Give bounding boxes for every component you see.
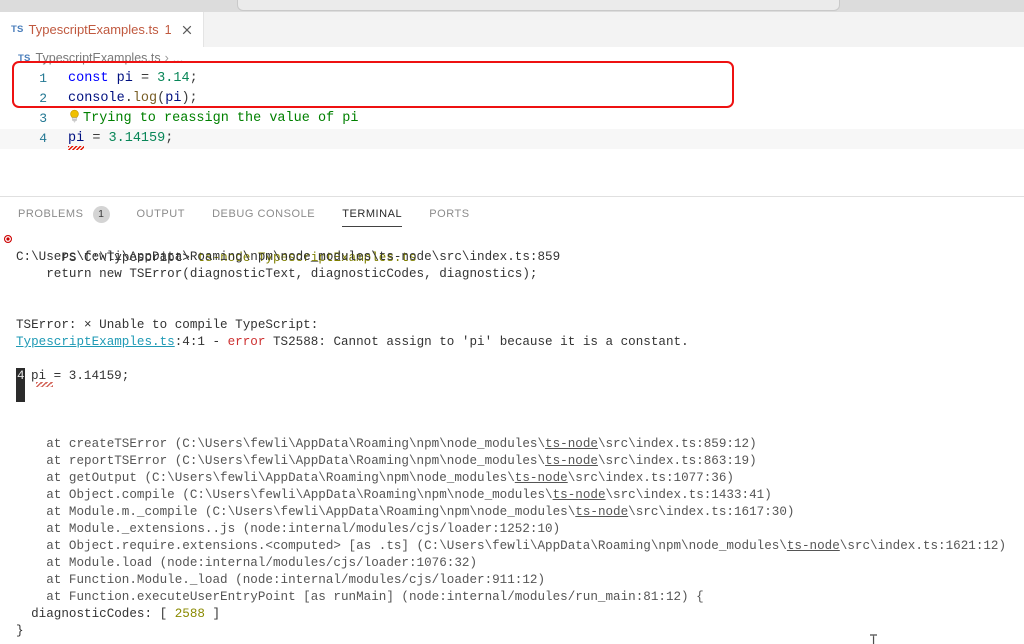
close-icon[interactable]	[180, 23, 194, 37]
ts-file-icon: TS	[11, 24, 24, 35]
stack-line-text: at Function.Module._load (node:internal/…	[16, 573, 546, 587]
terminal-diagnostic-codes: diagnosticCodes: [ 2588 ]	[0, 606, 1024, 623]
tab-problems[interactable]: PROBLEMS 1	[18, 197, 110, 231]
tab-debug-console[interactable]: DEBUG CONSOLE	[212, 197, 315, 231]
tab-ports[interactable]: PORTS	[429, 197, 469, 231]
ts-node-link[interactable]: ts-node	[515, 471, 568, 485]
stack-line: at Module.m._compile (C:\Users\fewli\App…	[16, 505, 795, 519]
tab-terminal[interactable]: TERMINAL	[342, 197, 403, 231]
diagnostic-value: 2588	[174, 607, 205, 621]
terminal-line-return: return new TSError(diagnosticText, diagn…	[0, 266, 1024, 283]
breadcrumb-overflow[interactable]: ...	[173, 51, 183, 65]
vscode-window: TS TypescriptExamples.ts 1 TS Typescript…	[0, 0, 1024, 644]
editor-tab-label: TypescriptExamples.ts	[28, 22, 159, 37]
tab-debug-console-label: DEBUG CONSOLE	[212, 208, 316, 220]
command-center[interactable]	[237, 0, 840, 11]
terminal-blank-3	[0, 351, 1024, 368]
ts-node-link[interactable]: ts-node	[575, 505, 628, 519]
editor-tab-typescriptexamples[interactable]: TS TypescriptExamples.ts 1	[0, 12, 204, 47]
stack-line-text: at Module.load (node:internal/modules/cj…	[16, 556, 478, 570]
stack-line: at Function.Module._load (node:internal/…	[0, 572, 1024, 589]
stack-line: at getOutput (C:\Users\fewli\AppData\Roa…	[16, 471, 734, 485]
terminal-code-snippet: 4 pi = 3.14159;	[0, 368, 1024, 402]
code-editor[interactable]: 1 const pi = 3.14; 2 console.log(pi); 3 …	[0, 69, 1024, 196]
terminal-blank-5	[0, 419, 1024, 436]
ts-node-link[interactable]: ts-node	[545, 454, 598, 468]
diagnostic-label: diagnosticCodes: [	[16, 607, 175, 621]
breadcrumb-file[interactable]: TypescriptExamples.ts	[36, 51, 161, 65]
error-head-text: TSError: × Unable to compile TypeScript:	[16, 318, 319, 332]
error-keyword: error	[227, 335, 266, 349]
line-number: 1	[39, 71, 47, 86]
command-failed-marker-icon	[4, 235, 12, 243]
terminal-brace-close: }	[0, 623, 1024, 640]
stack-line: at Object.compile (C:\Users\fewli\AppDat…	[16, 488, 772, 502]
code-line-text: Trying to reassign the value of pi	[68, 109, 358, 129]
problems-count-badge: 1	[92, 205, 110, 223]
snippet-error-squiggle	[36, 382, 53, 387]
line-number: 4	[39, 131, 47, 146]
code-line-3: 3 Trying to reassign the value of pi	[0, 109, 1024, 129]
chevron-right-icon: ›	[164, 51, 169, 65]
code-line-text: const pi = 3.14;	[68, 71, 198, 86]
code-line-1: 1 const pi = 3.14;	[0, 69, 1024, 89]
editor-tab-error-count: 1	[164, 22, 172, 37]
ts-node-link[interactable]: ts-node	[787, 539, 840, 553]
stack-line: at createTSError (C:\Users\fewli\AppData…	[16, 437, 757, 451]
lightbulb-quickfix-icon[interactable]	[68, 109, 81, 123]
path-text: C:\Users\fewli\AppData\Roaming\npm\node_…	[16, 250, 561, 264]
editor-tab-bar: TS TypescriptExamples.ts 1	[0, 12, 1024, 47]
title-bar	[0, 0, 1024, 12]
terminal-error-detail: TypescriptExamples.ts:4:1 - error TS2588…	[0, 334, 1024, 351]
terminal-error-head: TSError: × Unable to compile TypeScript:	[0, 317, 1024, 334]
panel-tab-bar: PROBLEMS 1 OUTPUT DEBUG CONSOLE TERMINAL…	[0, 197, 1024, 231]
error-squiggle	[68, 146, 84, 150]
terminal-blank-1	[0, 283, 1024, 300]
line-number: 3	[39, 111, 47, 126]
stack-line: at Module._extensions..js (node:internal…	[0, 521, 1024, 538]
terminal-prompt-line-2[interactable]: PS C:\Typescript>	[0, 640, 1024, 644]
tab-ports-label: PORTS	[429, 208, 470, 220]
code-line-text: console.log(pi);	[68, 91, 198, 106]
terminal-output[interactable]: PS C:\Typescript> ts-node TypescriptExam…	[0, 231, 1024, 644]
error-file-link[interactable]: TypescriptExamples.ts	[16, 335, 175, 349]
stack-line: at reportTSError (C:\Users\fewli\AppData…	[16, 454, 757, 468]
terminal-blank-2	[0, 300, 1024, 317]
tab-problems-label: PROBLEMS	[18, 208, 84, 220]
terminal-blank-4	[0, 402, 1024, 419]
tab-output-label: OUTPUT	[136, 208, 186, 220]
code-line-2: 2 console.log(pi);	[0, 89, 1024, 109]
stack-line: at Function.executeUserEntryPoint [as ru…	[0, 589, 1024, 606]
terminal-line-path: C:\Users\fewli\AppData\Roaming\npm\node_…	[0, 249, 1024, 266]
brace-text: }	[16, 624, 24, 638]
ts-node-link[interactable]: ts-node	[545, 437, 598, 451]
tab-output[interactable]: OUTPUT	[137, 197, 186, 231]
stack-line-text: at Function.executeUserEntryPoint [as ru…	[16, 590, 704, 604]
breadcrumb[interactable]: TS TypescriptExamples.ts › ...	[0, 47, 1024, 69]
ts-file-icon: TS	[18, 52, 31, 64]
stack-line: at Object.require.extensions.<computed> …	[16, 539, 1007, 553]
ts-node-link[interactable]: ts-node	[553, 488, 606, 502]
snippet-code-text: pi = 3.14159;	[31, 369, 130, 383]
code-line-4: 4 pi = 3.14159;	[0, 129, 1024, 150]
snippet-code-line: pi = 3.14159;	[0, 368, 1024, 385]
error-message: TS2588: Cannot assign to 'pi' because it…	[265, 335, 689, 349]
return-text: return new TSError(diagnosticText, diagn…	[16, 267, 538, 281]
stack-line: at Module.load (node:internal/modules/cj…	[0, 555, 1024, 572]
terminal-prompt-line-1: PS C:\Typescript> ts-node TypescriptExam…	[0, 231, 1024, 265]
stack-line-text: at Module._extensions..js (node:internal…	[16, 522, 561, 536]
diagnostic-close: ]	[204, 607, 221, 621]
tab-terminal-label: TERMINAL	[342, 208, 403, 220]
line-number: 2	[39, 91, 47, 106]
error-location: :4:1 -	[174, 335, 228, 349]
